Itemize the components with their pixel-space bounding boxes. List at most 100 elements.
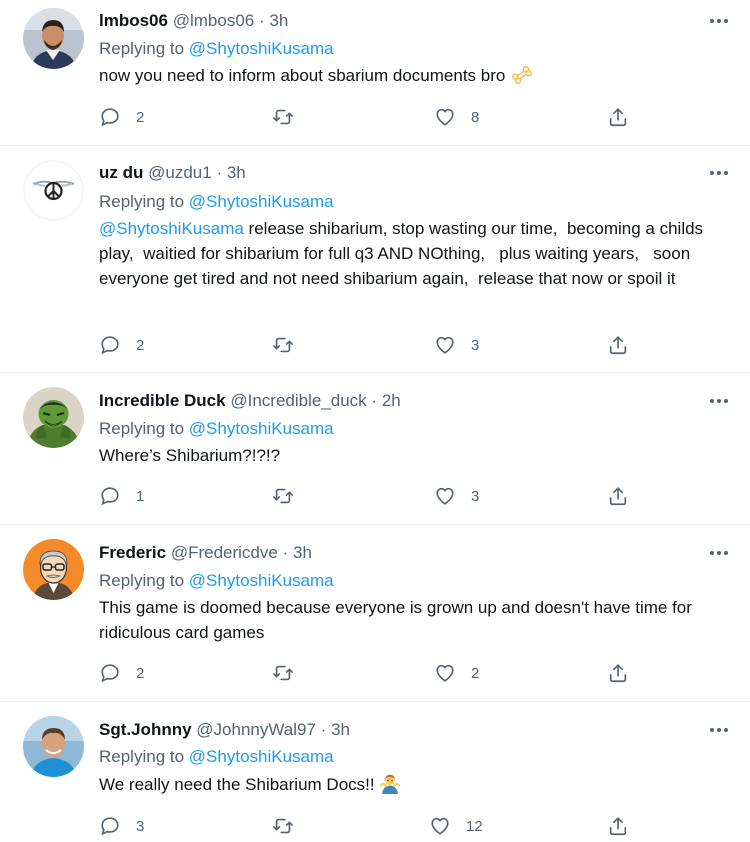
share-button[interactable] bbox=[607, 814, 629, 838]
reply-bubble-icon bbox=[101, 108, 119, 127]
tweet-text: now you need to inform about sbarium doc… bbox=[99, 63, 739, 91]
replying-to-mention[interactable]: @ShytoshiKusama bbox=[189, 571, 334, 590]
tweet-actions: 2 3 bbox=[99, 333, 639, 357]
heart-icon bbox=[436, 336, 454, 354]
display-name[interactable]: Sgt.Johnny bbox=[99, 720, 192, 739]
user-handle[interactable]: @uzdu1 bbox=[148, 163, 212, 182]
like-button[interactable]: 2 bbox=[434, 661, 479, 685]
replying-to-label: Replying to bbox=[99, 747, 185, 766]
reply-bubble-icon bbox=[101, 336, 119, 355]
tweet-header: Frederic @Fredericdve · 3h bbox=[99, 542, 312, 564]
reply-tweet[interactable]: Incredible Duck @Incredible_duck · 2h Re… bbox=[0, 373, 750, 525]
reply-tweet[interactable]: Sgt.Johnny @JohnnyWal97 · 3h Replying to… bbox=[0, 702, 750, 842]
share-button[interactable] bbox=[607, 661, 629, 685]
like-button[interactable]: 3 bbox=[434, 333, 479, 357]
retweet-button[interactable] bbox=[272, 105, 309, 129]
replying-to-mention[interactable]: @ShytoshiKusama bbox=[189, 192, 334, 211]
avatar[interactable] bbox=[23, 387, 84, 448]
inline-mention[interactable]: @ShytoshiKusama bbox=[99, 219, 244, 238]
share-button[interactable] bbox=[607, 333, 629, 357]
retweet-button[interactable] bbox=[272, 484, 309, 508]
more-options-icon[interactable] bbox=[707, 719, 731, 741]
heart-icon bbox=[436, 108, 454, 126]
replying-to: Replying to @ShytoshiKusama bbox=[99, 746, 334, 768]
retweet-button[interactable] bbox=[272, 333, 309, 357]
replying-to-label: Replying to bbox=[99, 192, 185, 211]
retweet-button[interactable] bbox=[272, 661, 309, 685]
heart-icon bbox=[436, 664, 454, 682]
reply-tweet[interactable]: Frederic @Fredericdve · 3h Replying to @… bbox=[0, 525, 750, 702]
tweet-text: @ShytoshiKusama release shibarium, stop … bbox=[99, 216, 739, 291]
display-name[interactable]: uz du bbox=[99, 163, 143, 182]
display-name[interactable]: Incredible Duck bbox=[99, 391, 226, 410]
replying-to-mention[interactable]: @ShytoshiKusama bbox=[189, 39, 334, 58]
tweet-header: Incredible Duck @Incredible_duck · 2h bbox=[99, 390, 401, 412]
timestamp[interactable]: 3h bbox=[269, 11, 288, 30]
replying-to: Replying to @ShytoshiKusama bbox=[99, 418, 334, 440]
retweet-button[interactable] bbox=[272, 814, 309, 838]
like-button[interactable]: 3 bbox=[434, 484, 479, 508]
heart-icon bbox=[431, 817, 449, 835]
avatar[interactable] bbox=[23, 160, 84, 221]
timestamp[interactable]: 3h bbox=[293, 543, 312, 562]
reply-button[interactable]: 2 bbox=[99, 333, 144, 357]
replying-to-label: Replying to bbox=[99, 571, 185, 590]
reply-button[interactable]: 1 bbox=[99, 484, 144, 508]
timestamp[interactable]: 2h bbox=[382, 391, 401, 410]
more-options-icon[interactable] bbox=[707, 162, 731, 184]
replying-to-mention[interactable]: @ShytoshiKusama bbox=[189, 747, 334, 766]
tweet-text: This game is doomed because everyone is … bbox=[99, 595, 739, 645]
user-handle[interactable]: @JohnnyWal97 bbox=[196, 720, 316, 739]
tweet-text: We really need the Shibarium Docs!! bbox=[99, 772, 739, 801]
share-icon bbox=[609, 664, 627, 683]
timestamp[interactable]: 3h bbox=[331, 720, 350, 739]
like-count: 3 bbox=[471, 487, 480, 505]
tweet-text-content: This game is doomed because everyone is … bbox=[99, 598, 692, 642]
share-icon bbox=[609, 336, 627, 355]
avatar[interactable] bbox=[23, 8, 84, 69]
reply-button[interactable]: 3 bbox=[99, 814, 144, 838]
avatar[interactable] bbox=[23, 539, 84, 600]
user-handle[interactable]: @lmbos06 bbox=[173, 11, 255, 30]
reply-bubble-icon bbox=[101, 487, 119, 506]
like-button[interactable]: 8 bbox=[434, 105, 479, 129]
avatar[interactable] bbox=[23, 716, 84, 777]
display-name[interactable]: Frederic bbox=[99, 543, 166, 562]
heart-icon bbox=[436, 487, 454, 505]
tweet-actions: 2 8 bbox=[99, 105, 639, 129]
more-options-icon[interactable] bbox=[707, 542, 731, 564]
display-name[interactable]: lmbos06 bbox=[99, 11, 168, 30]
reply-count: 2 bbox=[136, 664, 145, 682]
share-button[interactable] bbox=[607, 484, 629, 508]
tweet-text: Where’s Shibarium?!?!? bbox=[99, 443, 739, 468]
reply-bubble-icon bbox=[101, 817, 119, 836]
tweet-text-content: We really need the Shibarium Docs!! bbox=[99, 775, 375, 794]
tweet-text-content: now you need to inform about sbarium doc… bbox=[99, 66, 506, 85]
reply-tweet[interactable]: uz du @uzdu1 · 3h Replying to @ShytoshiK… bbox=[0, 146, 750, 373]
tweet-text-content: Where’s Shibarium?!?!? bbox=[99, 446, 281, 465]
reply-button[interactable]: 2 bbox=[99, 105, 144, 129]
like-count: 2 bbox=[471, 664, 480, 682]
separator-dot: · bbox=[216, 163, 223, 182]
replying-to: Replying to @ShytoshiKusama bbox=[99, 570, 334, 592]
more-options-icon[interactable] bbox=[707, 10, 731, 32]
reply-button[interactable]: 2 bbox=[99, 661, 144, 685]
timestamp[interactable]: 3h bbox=[227, 163, 246, 182]
like-count: 8 bbox=[471, 108, 480, 126]
reply-count: 2 bbox=[136, 108, 145, 126]
user-handle[interactable]: @Incredible_duck bbox=[230, 391, 366, 410]
replying-to-mention[interactable]: @ShytoshiKusama bbox=[189, 419, 334, 438]
retweet-icon bbox=[273, 488, 293, 504]
reply-tweet[interactable]: lmbos06 @lmbos06 · 3h Replying to @Shyto… bbox=[0, 0, 750, 146]
bone-emoji-icon bbox=[511, 66, 533, 91]
tweet-header: lmbos06 @lmbos06 · 3h bbox=[99, 10, 288, 32]
more-options-icon[interactable] bbox=[707, 390, 731, 412]
share-button[interactable] bbox=[607, 105, 629, 129]
tweet-header: Sgt.Johnny @JohnnyWal97 · 3h bbox=[99, 719, 350, 741]
replying-to: Replying to @ShytoshiKusama bbox=[99, 38, 334, 60]
replying-to: Replying to @ShytoshiKusama bbox=[99, 191, 334, 213]
like-count: 3 bbox=[471, 336, 480, 354]
like-count: 12 bbox=[466, 817, 483, 835]
like-button[interactable]: 12 bbox=[429, 814, 483, 838]
user-handle[interactable]: @Fredericdve bbox=[171, 543, 278, 562]
